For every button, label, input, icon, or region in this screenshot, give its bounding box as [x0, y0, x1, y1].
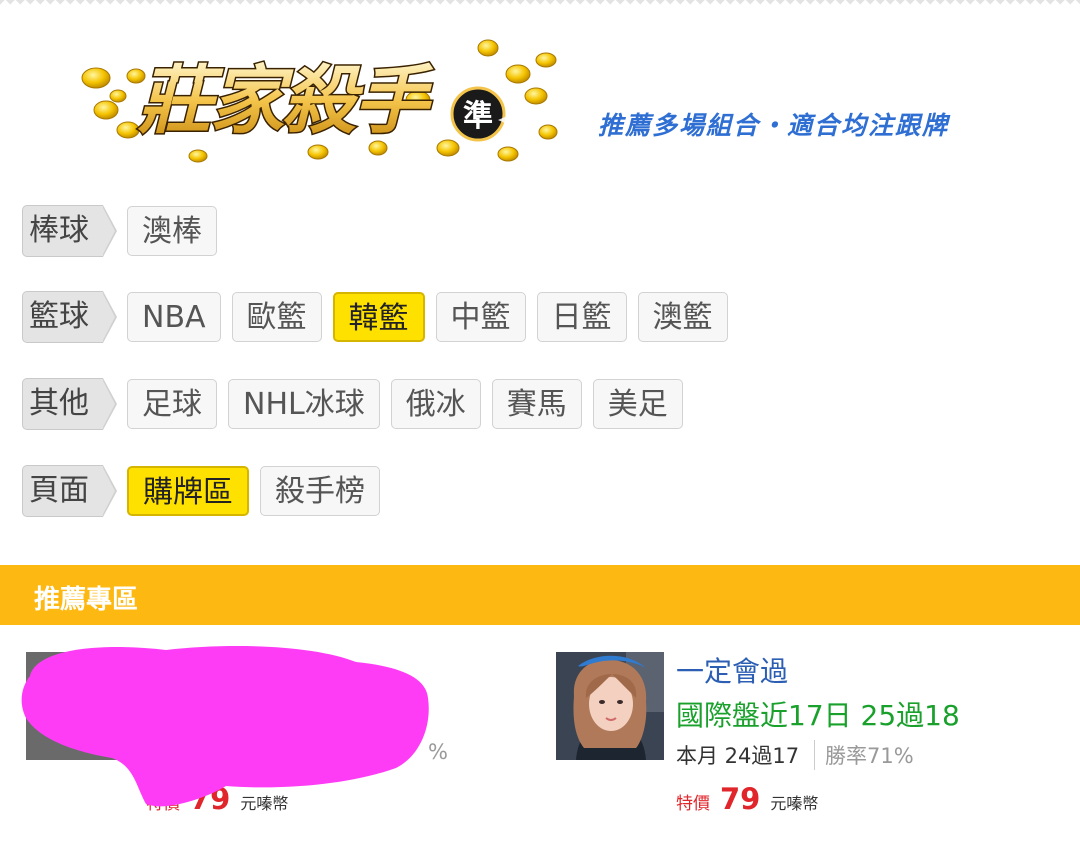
logo-badge: 準	[463, 99, 493, 134]
card-winrate: 勝率71%	[814, 740, 914, 770]
category-row-other: 其他 足球 NHL冰球 俄冰 賽馬 美足	[22, 377, 694, 431]
tag-list: 澳棒	[127, 206, 228, 256]
card-month: 本月 24過17	[676, 744, 800, 768]
tag-purchase-area[interactable]: 購牌區	[127, 466, 249, 516]
logo-text: 莊家殺手	[137, 58, 434, 144]
tag-nba[interactable]: NBA	[127, 292, 221, 342]
tag-killer-ranking[interactable]: 殺手榜	[260, 466, 380, 516]
avatar[interactable]	[556, 652, 664, 760]
tag-nhl-hockey[interactable]: NHL冰球	[228, 379, 380, 429]
coins-logo-icon: 莊家殺手 準	[81, 39, 558, 163]
card-record: 國際盤近17日 25過18	[676, 699, 960, 732]
tag-korea-basketball[interactable]: 韓籃	[332, 292, 425, 342]
torn-edge-decoration	[0, 0, 1080, 8]
site-logo[interactable]: 莊家殺手 準	[78, 30, 568, 170]
category-label-baseball: 棒球	[22, 205, 117, 257]
category-row-basketball: 籃球 NBA 歐籃 韓籃 中籃 日籃 澳籃	[22, 290, 739, 344]
category-label-basketball: 籃球	[22, 291, 117, 343]
tag-japan-basketball[interactable]: 日籃	[536, 292, 627, 342]
category-row-pages: 頁面 購牌區 殺手榜	[22, 464, 391, 518]
category-label-other: 其他	[22, 378, 117, 430]
tag-china-basketball[interactable]: 中籃	[435, 292, 526, 342]
tag-russia-hockey[interactable]: 俄冰	[390, 379, 481, 429]
tag-aus-baseball[interactable]: 澳棒	[127, 206, 217, 256]
tag-american-football[interactable]: 美足	[592, 379, 683, 429]
slogan: 推薦多場組合・適合均注跟牌	[598, 111, 950, 140]
page: 莊家殺手 準 推薦多場組合・適合均注跟牌 棒球 澳棒 籃球 NBA 歐籃 韓籃 …	[0, 0, 1080, 858]
tag-euro-basketball[interactable]: 歐籃	[231, 292, 322, 342]
section-header: 推薦專區	[0, 565, 1080, 625]
header: 莊家殺手 準 推薦多場組合・適合均注跟牌	[0, 20, 1080, 170]
category-label-pages: 頁面	[22, 465, 117, 517]
price-label: 特價	[676, 794, 710, 814]
redaction-scribble	[21, 646, 429, 807]
recommendation-card[interactable]: 一定會過 國際盤近17日 25過18 本月 24過17 勝率71% 特價 79 …	[556, 650, 1056, 830]
tag-soccer[interactable]: 足球	[127, 379, 217, 429]
card-price: 特價 79 元嗪幣	[676, 782, 818, 816]
tag-list: NBA 歐籃 韓籃 中籃 日籃 澳籃	[127, 292, 739, 342]
avatar-photo-icon	[556, 652, 664, 760]
price-unit: 元嗪幣	[770, 794, 819, 813]
category-row-baseball: 棒球 澳棒	[22, 204, 228, 258]
price-value: 79	[720, 782, 761, 816]
tag-list: 足球 NHL冰球 俄冰 賽馬 美足	[127, 379, 694, 429]
section-title: 推薦專區	[34, 585, 139, 615]
card-name[interactable]: 一定會過	[676, 650, 788, 690]
tag-horse-racing[interactable]: 賽馬	[491, 379, 582, 429]
tag-list: 購牌區 殺手榜	[127, 466, 391, 516]
tag-aus-basketball[interactable]: 澳籃	[637, 292, 728, 342]
